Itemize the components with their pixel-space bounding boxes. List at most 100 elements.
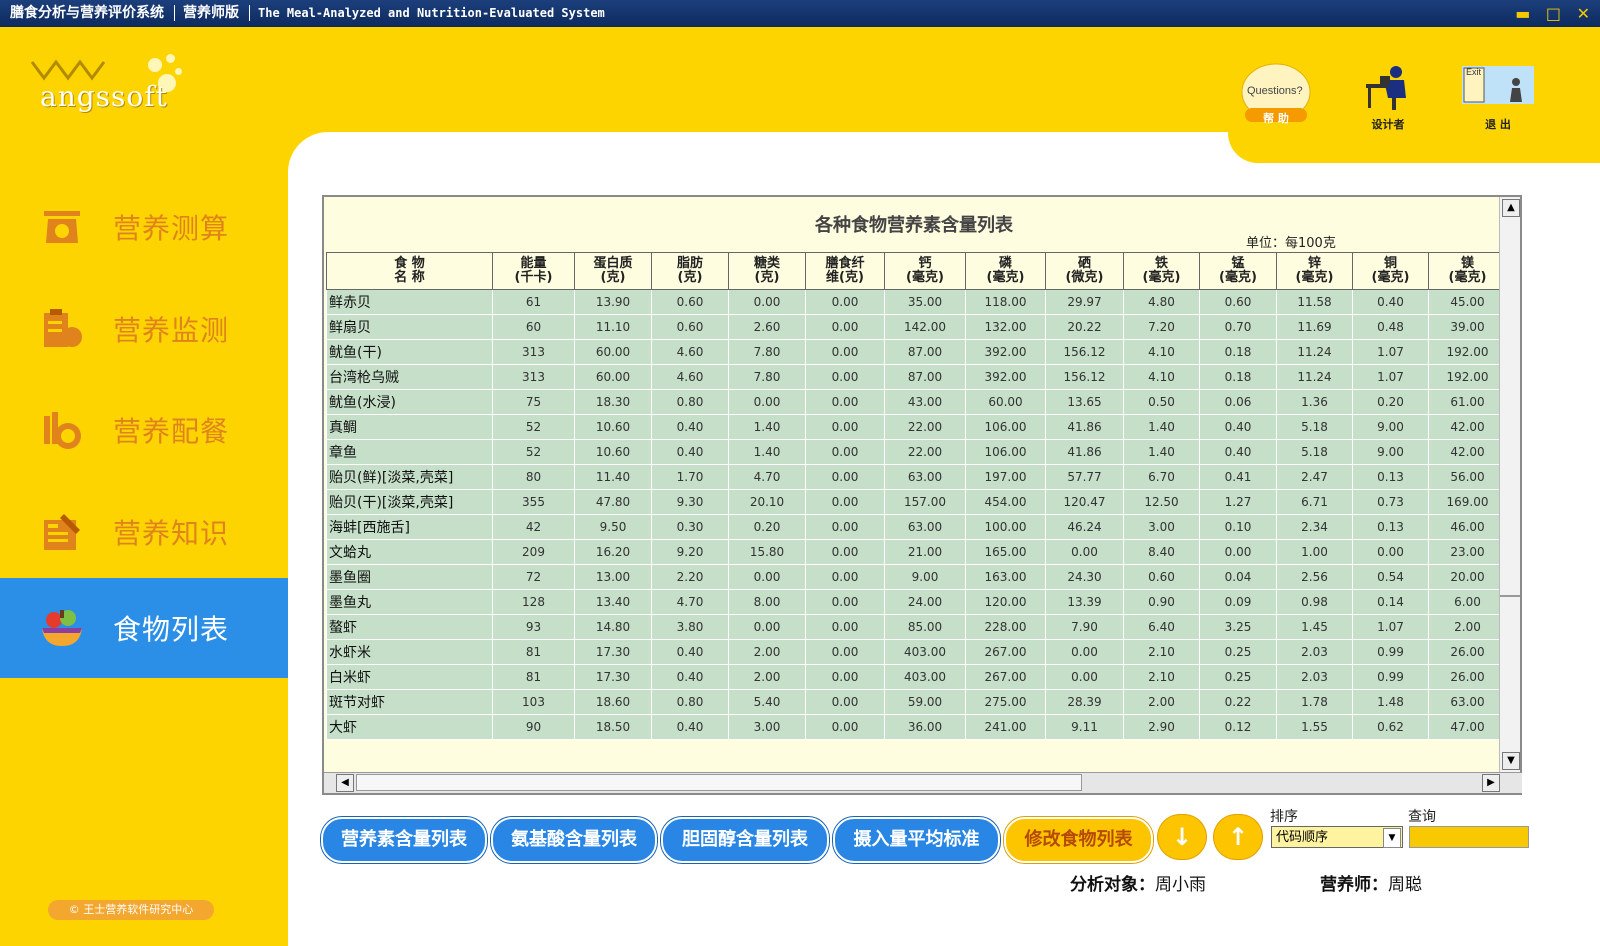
intake-standard-button[interactable]: 摄入量平均标准 <box>833 817 1000 863</box>
value-cell: 132.00 <box>965 314 1046 340</box>
sort-select-value: 代码顺序 <box>1276 830 1329 845</box>
sidebar-item-meal-planning[interactable]: 营养配餐 <box>0 380 288 480</box>
value-cell: 355 <box>492 489 575 515</box>
value-cell: 0.00 <box>805 489 885 515</box>
sidebar-item-nutrition-calc[interactable]: 营养测算 <box>0 177 288 277</box>
food-name-cell: 墨鱼丸 <box>326 589 493 615</box>
value-cell: 267.00 <box>965 664 1046 690</box>
nutrient-list-button[interactable]: 营养素含量列表 <box>321 817 487 863</box>
help-button[interactable]: Questions? 帮 助 <box>1236 62 1316 132</box>
table-row[interactable]: 真鲷 52 10.60 0.40 1.40 0.00 22.00 106.00 41.86 1.4… <box>326 414 1507 440</box>
header-tab-shape <box>1228 127 1600 163</box>
horizontal-scroll-thumb[interactable] <box>356 774 1082 791</box>
scroll-right-arrow-icon[interactable]: ▶ <box>1482 774 1500 792</box>
sidebar-item-food-list[interactable]: 食物列表 <box>0 578 288 678</box>
table-row[interactable]: 贻贝(干)[淡菜,壳菜] 355 47.80 9.30 20.10 0.00 157.00 4… <box>326 489 1507 515</box>
value-cell: 1.70 <box>651 464 729 490</box>
book-icon <box>44 514 80 550</box>
value-cell: 1.40 <box>1123 439 1200 465</box>
value-cell: 241.00 <box>965 714 1046 740</box>
food-name-cell: 海蚌[西施舌] <box>326 514 493 540</box>
table-row[interactable]: 白米虾 81 17.30 0.40 2.00 0.00 403.00 267.00 0.00 2.… <box>326 664 1507 690</box>
scroll-up-arrow-icon[interactable]: ▲ <box>1502 199 1520 217</box>
table-row[interactable]: 墨鱼丸 128 13.40 4.70 8.00 0.00 24.00 120.00 13.39 0… <box>326 589 1507 615</box>
value-cell: 0.00 <box>805 439 885 465</box>
value-cell: 26.00 <box>1428 639 1507 665</box>
value-cell: 2.34 <box>1276 514 1353 540</box>
move-down-button[interactable]: ↓ <box>1158 815 1206 859</box>
cholesterol-list-button[interactable]: 胆固醇含量列表 <box>661 817 829 863</box>
table-row[interactable]: 章鱼 52 10.60 0.40 1.40 0.00 22.00 106.00 41.86 1.4… <box>326 439 1507 465</box>
value-cell: 60.00 <box>574 364 652 390</box>
sidebar-item-label: 营养测算 <box>113 212 230 245</box>
chevron-down-icon[interactable]: ▼ <box>1383 828 1401 848</box>
value-cell: 0.40 <box>1352 289 1429 315</box>
value-cell: 13.40 <box>574 589 652 615</box>
value-cell: 0.00 <box>805 464 885 490</box>
close-button[interactable]: ✕ <box>1577 4 1590 23</box>
value-cell: 0.62 <box>1352 714 1429 740</box>
edit-food-list-button[interactable]: 修改食物列表 <box>1004 817 1153 863</box>
table-row[interactable]: 鲜赤贝 61 13.90 0.60 0.00 0.00 35.00 118.00 29.97 4.… <box>326 289 1507 315</box>
value-cell: 63.00 <box>884 464 966 490</box>
sidebar-item-nutrition-monitor[interactable]: 营养监测 <box>0 279 288 379</box>
value-cell: 0.40 <box>651 439 729 465</box>
clipboard-apple-icon <box>44 309 82 347</box>
minimize-button[interactable]: ▬ <box>1515 4 1530 23</box>
table-row[interactable]: 文蛤丸 209 16.20 9.20 15.80 0.00 21.00 165.00 0.00 8… <box>326 539 1507 565</box>
value-cell: 4.70 <box>651 589 729 615</box>
vertical-scrollbar[interactable]: ▲ ▼ <box>1499 197 1520 772</box>
value-cell: 0.00 <box>805 339 885 365</box>
column-header: 铁 (毫克) <box>1123 252 1200 290</box>
scroll-thumb[interactable] <box>1500 595 1520 597</box>
exit-button[interactable]: Exit 退 出 <box>1458 62 1538 132</box>
value-cell: 6.40 <box>1123 614 1200 640</box>
move-up-button[interactable]: ↑ <box>1214 815 1262 859</box>
table-row[interactable]: 螯虾 93 14.80 3.80 0.00 0.00 85.00 228.00 7.90 6.40… <box>326 614 1507 640</box>
scroll-down-arrow-icon[interactable]: ▼ <box>1502 752 1520 770</box>
value-cell: 87.00 <box>884 364 966 390</box>
table-row[interactable]: 大虾 90 18.50 0.40 3.00 0.00 36.00 241.00 9.11 2.90… <box>326 714 1507 740</box>
edition-label: 营养师版 <box>183 5 239 21</box>
value-cell: 11.58 <box>1276 289 1353 315</box>
sort-select[interactable]: 代码顺序 ▼ <box>1271 826 1403 848</box>
value-cell: 1.48 <box>1352 689 1429 715</box>
table-row[interactable]: 贻贝(鲜)[淡菜,壳菜] 80 11.40 1.70 4.70 0.00 63.00 197.… <box>326 464 1507 490</box>
table-row[interactable]: 鲜扇贝 60 11.10 0.60 2.60 0.00 142.00 132.00 20.22 7… <box>326 314 1507 340</box>
scroll-left-arrow-icon[interactable]: ◀ <box>336 774 354 792</box>
value-cell: 57.77 <box>1045 464 1124 490</box>
table-row[interactable]: 鱿鱼(水浸) 75 18.30 0.80 0.00 0.00 43.00 60.00 13.65… <box>326 389 1507 415</box>
value-cell: 63.00 <box>1428 689 1507 715</box>
value-cell: 4.80 <box>1123 289 1200 315</box>
value-cell: 0.06 <box>1199 389 1277 415</box>
value-cell: 2.20 <box>651 564 729 590</box>
sidebar-item-nutrition-knowledge[interactable]: 营养知识 <box>0 482 288 582</box>
column-header: 锰 (毫克) <box>1199 252 1277 290</box>
horizontal-scrollbar[interactable]: ◀ ▶ <box>324 772 1522 793</box>
value-cell: 163.00 <box>965 564 1046 590</box>
value-cell: 165.00 <box>965 539 1046 565</box>
value-cell: 0.60 <box>651 314 729 340</box>
table-row[interactable]: 墨鱼圈 72 13.00 2.20 0.00 0.00 9.00 163.00 24.30 0.6… <box>326 564 1507 590</box>
analysis-subject-label: 分析对象： <box>1070 875 1155 895</box>
value-cell: 7.20 <box>1123 314 1200 340</box>
value-cell: 0.40 <box>1199 414 1277 440</box>
value-cell: 313 <box>492 364 575 390</box>
food-name-cell: 章鱼 <box>326 439 493 465</box>
value-cell: 0.00 <box>1045 639 1124 665</box>
table-row[interactable]: 台湾枪乌贼 313 60.00 4.60 7.80 0.00 87.00 392.00 156.… <box>326 364 1507 390</box>
table-row[interactable]: 水虾米 81 17.30 0.40 2.00 0.00 403.00 267.00 0.00 2.… <box>326 639 1507 665</box>
table-row[interactable]: 斑节对虾 103 18.60 0.80 5.40 0.00 59.00 275.00 28.39… <box>326 689 1507 715</box>
maximize-button[interactable]: □ <box>1546 4 1561 23</box>
amino-acid-list-button[interactable]: 氨基酸含量列表 <box>491 817 657 863</box>
value-cell: 24.30 <box>1045 564 1124 590</box>
column-header: 蛋白质 (克) <box>574 252 652 290</box>
table-row[interactable]: 海蚌[西施舌] 42 9.50 0.30 0.20 0.00 63.00 100.00 46.2… <box>326 514 1507 540</box>
value-cell: 0.60 <box>1199 289 1277 315</box>
value-cell: 24.00 <box>884 589 966 615</box>
designer-button[interactable]: 设计者 <box>1348 62 1428 132</box>
query-input[interactable] <box>1409 826 1529 848</box>
food-name-cell: 大虾 <box>326 714 493 740</box>
value-cell: 1.36 <box>1276 389 1353 415</box>
table-row[interactable]: 鱿鱼(干) 313 60.00 4.60 7.80 0.00 87.00 392.00 156.… <box>326 339 1507 365</box>
